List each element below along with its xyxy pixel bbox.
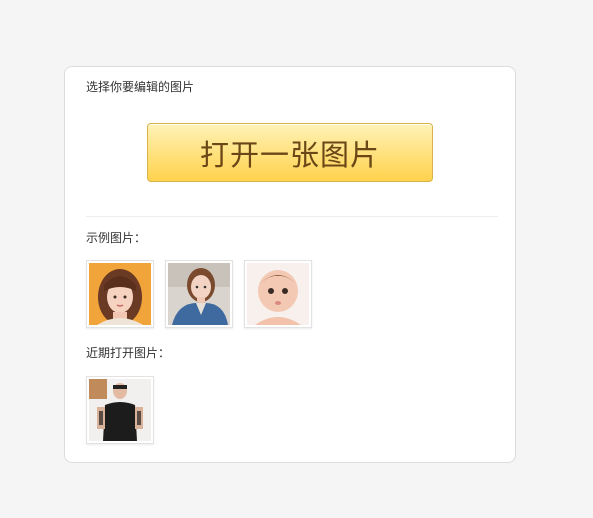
- open-image-button[interactable]: 打开一张图片: [147, 123, 433, 182]
- recent-images-row: [86, 376, 154, 444]
- section-divider: [86, 216, 498, 217]
- example-photo-2-image: [168, 263, 230, 325]
- recent-photo-1-image: [89, 379, 151, 441]
- example-image-3[interactable]: [244, 260, 312, 328]
- example-photo-3-image: [247, 263, 309, 325]
- open-image-button-label: 打开一张图片: [199, 137, 380, 172]
- recent-image-1[interactable]: [86, 376, 154, 444]
- example-images-row: [86, 260, 312, 328]
- example-image-2[interactable]: [165, 260, 233, 328]
- example-photo-1-image: [89, 263, 151, 325]
- recent-label: 近期打开图片：: [86, 346, 171, 360]
- select-image-title: 选择你要编辑的图片: [86, 80, 195, 94]
- image-select-panel: 选择你要编辑的图片 打开一张图片 示例图片： 近期打开图片：: [64, 66, 516, 463]
- examples-label: 示例图片：: [86, 231, 147, 245]
- example-image-1[interactable]: [86, 260, 154, 328]
